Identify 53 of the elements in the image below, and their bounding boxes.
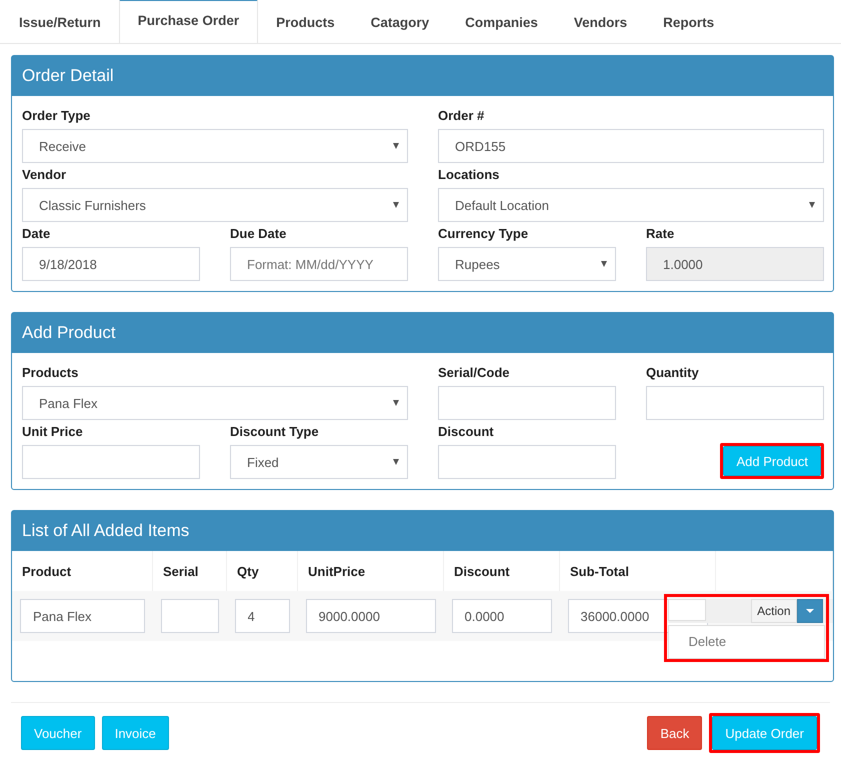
tab[interactable]: Catagory (352, 0, 448, 43)
input-field[interactable]: 0.0000 (452, 599, 552, 633)
field-label: Order Type (22, 108, 92, 123)
caret-icon (393, 143, 399, 149)
dropdown-toggle-button[interactable] (796, 599, 822, 623)
dropdown-field[interactable]: Default Location (438, 188, 824, 222)
footer-button[interactable]: Back (647, 716, 702, 750)
field-label: Currency Type (438, 226, 530, 241)
dropdown-field[interactable]: Fixed (230, 445, 408, 479)
field-label: Vendor (22, 167, 68, 182)
dropdown-field[interactable]: Receive (22, 129, 408, 163)
tab[interactable]: Vendors (556, 0, 646, 43)
panel-title: Order Detail (22, 66, 114, 86)
tab[interactable]: Purchase Order (118, 0, 258, 43)
tab[interactable]: Issue/Return (1, 0, 119, 43)
dropdown-field[interactable]: Rupees (438, 247, 616, 281)
caret-icon (393, 400, 399, 406)
input-field[interactable] (22, 445, 200, 479)
field-label: Serial/Code (438, 365, 511, 380)
field-label: Rate (646, 226, 676, 241)
input-field[interactable] (646, 386, 824, 420)
input-field[interactable]: Format: MM/dd/YYYY (230, 247, 408, 281)
dropdown-field[interactable]: Pana Flex (22, 386, 408, 420)
input-field[interactable] (160, 599, 218, 633)
field-label: Due Date (230, 226, 288, 241)
caret-icon (809, 202, 815, 208)
input-field[interactable] (438, 445, 616, 479)
input-field[interactable]: Pana Flex (20, 599, 144, 633)
input-field[interactable]: 9000.0000 (306, 599, 436, 633)
field-label: Discount (438, 424, 495, 439)
panel-title: Add Product (22, 323, 116, 343)
field-label: Products (22, 365, 80, 380)
caret-icon (601, 261, 607, 267)
caret-icon (393, 459, 399, 465)
panel-title: List of All Added Items (22, 521, 190, 541)
input-field[interactable] (438, 386, 616, 420)
field-label: Unit Price (22, 424, 84, 439)
input-field[interactable] (668, 599, 706, 621)
action-button[interactable]: Action (751, 599, 796, 623)
caret-icon (393, 202, 399, 208)
input-field[interactable]: ORD155 (438, 129, 824, 163)
dropdown-field[interactable]: Classic Furnishers (22, 188, 408, 222)
field-label: Locations (438, 167, 500, 182)
field-label: Discount Type (230, 424, 320, 439)
field-label: Date (22, 226, 52, 241)
field-label: Quantity (646, 365, 700, 380)
tab[interactable]: Companies (447, 0, 556, 43)
input-field[interactable]: 4 (234, 599, 290, 633)
menu-item[interactable]: Delete (668, 632, 824, 652)
tab[interactable]: Reports (645, 0, 732, 43)
input-field[interactable]: 9/18/2018 (22, 247, 200, 281)
field-label: Order # (438, 108, 486, 123)
tab[interactable]: Products (258, 0, 353, 43)
